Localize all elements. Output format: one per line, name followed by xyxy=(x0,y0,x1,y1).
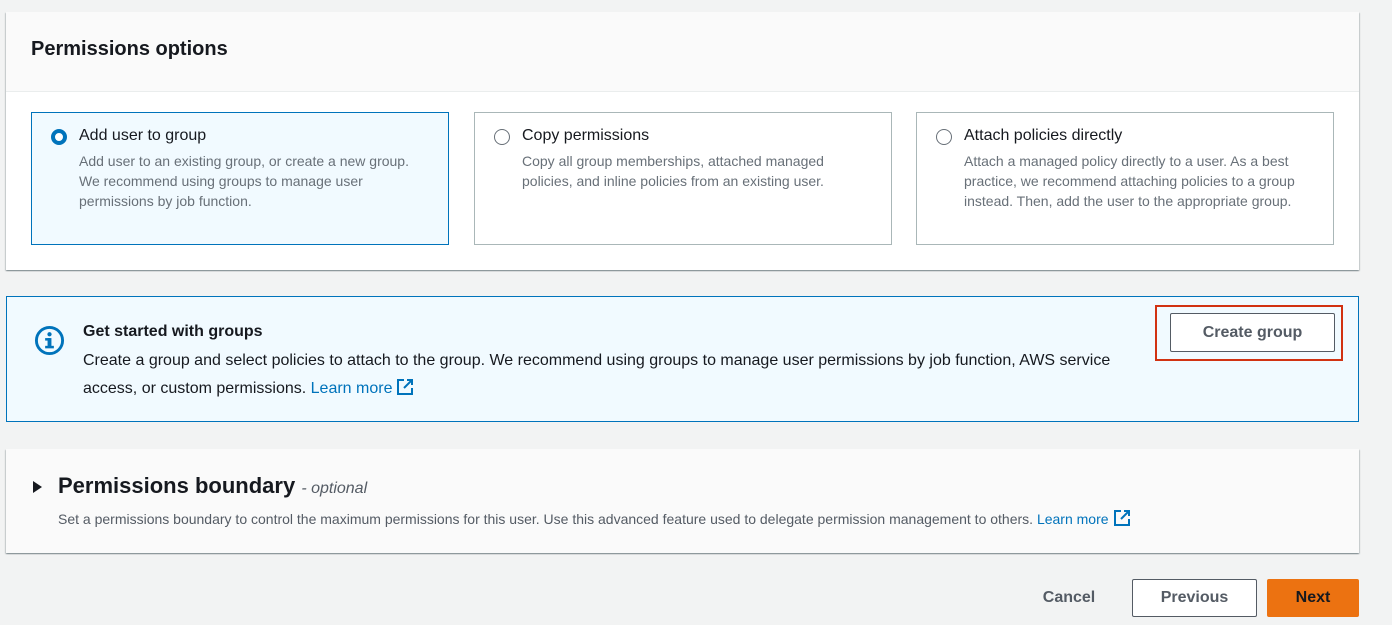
radio-add-user-to-group[interactable] xyxy=(51,129,67,145)
option-copy-permissions[interactable]: Copy permissions Copy all group membersh… xyxy=(474,112,892,245)
boundary-title-text: Permissions boundary xyxy=(58,473,296,498)
create-group-button[interactable]: Create group xyxy=(1170,313,1335,352)
alert-body: Create a group and select policies to at… xyxy=(83,347,1143,403)
expand-caret-icon[interactable] xyxy=(33,481,42,493)
alert-title: Get started with groups xyxy=(83,323,263,340)
panel-title: Permissions options xyxy=(31,38,228,60)
boundary-description-text: Set a permissions boundary to control th… xyxy=(58,511,1034,527)
option-add-user-to-group[interactable]: Add user to group Add user to an existin… xyxy=(31,112,449,245)
permissions-options-panel: Permissions options Add user to group Ad… xyxy=(6,12,1359,270)
learn-more-label: Learn more xyxy=(310,380,393,397)
option-description: Attach a managed policy directly to a us… xyxy=(964,153,1295,209)
learn-more-label: Learn more xyxy=(1036,511,1109,527)
learn-more-link[interactable]: Learn more xyxy=(1036,510,1131,527)
info-icon xyxy=(34,325,65,356)
boundary-title[interactable]: Permissions boundary - optional xyxy=(58,473,367,499)
cancel-button[interactable]: Cancel xyxy=(1025,579,1113,617)
previous-button[interactable]: Previous xyxy=(1132,579,1257,617)
next-button[interactable]: Next xyxy=(1267,579,1359,617)
option-label: Attach policies directly xyxy=(964,127,1123,144)
option-attach-policies-directly[interactable]: Attach policies directly Attach a manage… xyxy=(916,112,1334,245)
external-link-icon xyxy=(1113,510,1130,526)
radio-attach-policies-directly[interactable] xyxy=(936,129,952,145)
option-description: Add user to an existing group, or create… xyxy=(79,153,409,209)
groups-info-alert: Get started with groups Create a group a… xyxy=(6,296,1359,422)
alert-body-text: Create a group and select policies to at… xyxy=(83,352,1111,397)
panel-header: Permissions options xyxy=(6,12,1359,92)
permissions-boundary-panel: Permissions boundary - optional Set a pe… xyxy=(6,449,1359,553)
boundary-description: Set a permissions boundary to control th… xyxy=(58,509,1131,527)
option-description: Copy all group memberships, attached man… xyxy=(522,153,824,189)
optional-label: - optional xyxy=(301,480,368,497)
option-label: Add user to group xyxy=(79,127,207,144)
learn-more-link[interactable]: Learn more xyxy=(310,379,415,397)
radio-copy-permissions[interactable] xyxy=(494,129,510,145)
external-link-icon xyxy=(397,379,414,395)
option-label: Copy permissions xyxy=(522,127,650,144)
